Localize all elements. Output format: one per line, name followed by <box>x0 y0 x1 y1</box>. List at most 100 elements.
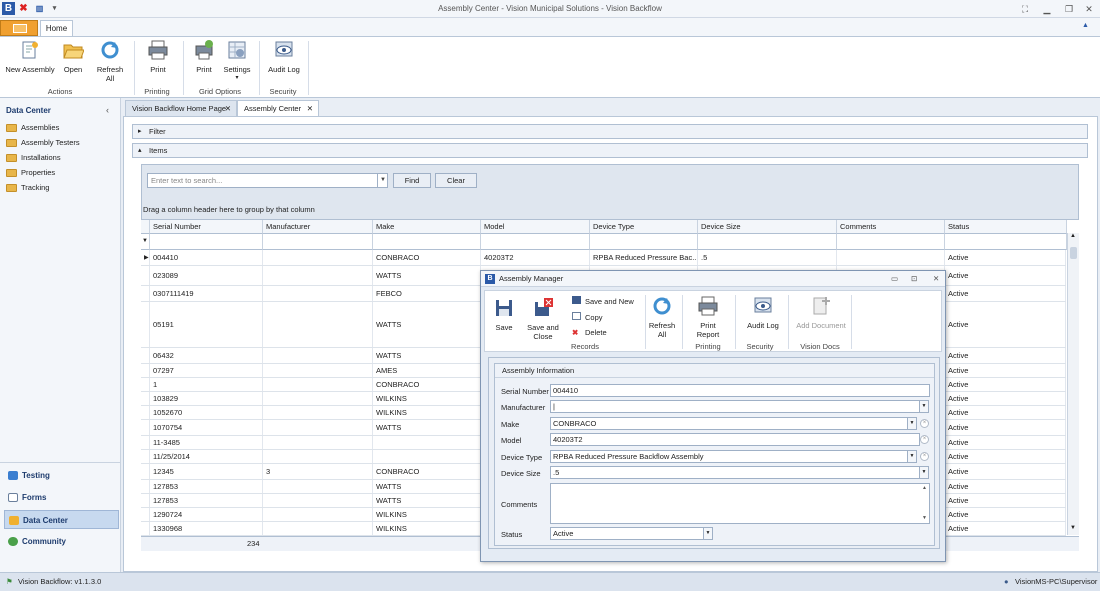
search-dropdown-icon[interactable]: ▼ <box>377 173 388 188</box>
column-header[interactable]: Manufacturer <box>263 220 373 234</box>
table-cell[interactable]: 11-3485 <box>150 436 263 449</box>
sidebar-item-installations[interactable]: Installations <box>6 151 121 164</box>
table-cell[interactable] <box>373 450 481 463</box>
device-type-clear-icon[interactable]: × <box>920 452 929 461</box>
table-cell[interactable]: Active <box>945 302 1066 347</box>
minimize-icon[interactable]: ▁ <box>1040 3 1054 15</box>
table-cell[interactable]: 1052670 <box>150 406 263 419</box>
table-cell[interactable]: WILKINS <box>373 522 481 535</box>
fullscreen-icon[interactable]: ⛶ <box>1018 3 1032 15</box>
table-cell[interactable]: WILKINS <box>373 406 481 419</box>
table-cell[interactable]: Active <box>945 522 1066 535</box>
table-cell[interactable]: Active <box>945 450 1066 463</box>
collapse-sidebar-icon[interactable]: ‹ <box>106 105 109 115</box>
column-header[interactable]: Comments <box>837 220 945 234</box>
table-cell[interactable]: 1290724 <box>150 508 263 521</box>
status-field[interactable]: Active <box>550 527 704 540</box>
table-cell[interactable] <box>837 250 945 265</box>
table-cell[interactable]: FEBCO <box>373 286 481 301</box>
new-assembly-button[interactable]: New Assembly <box>4 39 56 74</box>
dialog-restore-icon[interactable]: ⊡ <box>911 271 917 287</box>
table-cell[interactable]: 05191 <box>150 302 263 347</box>
device-type-field[interactable]: RPBA Reduced Pressure Backflow Assembly <box>550 450 908 463</box>
clear-button[interactable]: Clear <box>435 173 477 188</box>
print-button[interactable]: Print <box>144 39 172 74</box>
scroll-up-icon[interactable]: ▲ <box>1070 233 1076 239</box>
table-cell[interactable]: 1330968 <box>150 522 263 535</box>
table-cell[interactable]: Active <box>945 494 1066 507</box>
table-cell[interactable] <box>263 436 373 449</box>
find-button[interactable]: Find <box>393 173 431 188</box>
comments-scroll-up-icon[interactable]: ▲ <box>922 485 927 491</box>
filter-cell[interactable] <box>263 234 373 250</box>
table-cell[interactable]: .5 <box>698 250 837 265</box>
table-cell[interactable]: Active <box>945 420 1066 435</box>
table-cell[interactable]: 127853 <box>150 494 263 507</box>
comments-scroll-down-icon[interactable]: ▼ <box>922 515 927 521</box>
nav-community[interactable]: Community <box>4 532 119 551</box>
table-cell[interactable]: 12345 <box>150 464 263 479</box>
filter-cell[interactable] <box>837 234 945 250</box>
items-section-header[interactable]: ▴ Items <box>132 143 1088 158</box>
table-cell[interactable]: WATTS <box>373 494 481 507</box>
filter-cell[interactable] <box>945 234 1067 250</box>
column-header[interactable]: Device Size <box>698 220 837 234</box>
filter-cell[interactable] <box>150 234 263 250</box>
table-cell[interactable]: 103829 <box>150 392 263 405</box>
table-cell[interactable]: 0307111419 <box>150 286 263 301</box>
table-cell[interactable]: Active <box>945 508 1066 521</box>
add-document-button[interactable]: Add Document <box>795 295 847 330</box>
table-cell[interactable] <box>263 250 373 265</box>
open-button[interactable]: Open <box>60 39 86 74</box>
table-cell[interactable]: 023089 <box>150 266 263 285</box>
delete-button[interactable]: ✖ Delete <box>572 328 607 337</box>
close-tab-icon[interactable]: ✕ <box>307 101 313 116</box>
filter-cell[interactable] <box>481 234 590 250</box>
nav-testing[interactable]: Testing <box>4 466 119 485</box>
nav-forms[interactable]: Forms <box>4 488 119 507</box>
comments-field[interactable] <box>550 483 930 524</box>
ribbon-collapse-icon[interactable]: ▲ <box>1082 22 1089 29</box>
table-cell[interactable]: CONBRACO <box>373 378 481 391</box>
file-menu-button[interactable] <box>0 20 38 36</box>
manufacturer-field[interactable]: | <box>550 400 920 413</box>
tab-assembly-center[interactable]: Assembly Center ✕ <box>237 100 319 116</box>
table-cell[interactable]: Active <box>945 364 1066 377</box>
model-field[interactable]: 40203T2 <box>550 433 920 446</box>
scroll-thumb[interactable] <box>1070 247 1077 259</box>
make-clear-icon[interactable]: × <box>920 419 929 428</box>
search-input[interactable]: Enter text to search... <box>147 173 388 188</box>
table-cell[interactable]: 40203T2 <box>481 250 590 265</box>
save-and-new-button[interactable]: Save and New <box>572 296 634 306</box>
table-row[interactable]: ▶ 004410 CONBRACO 40203T2 RPBA Reduced Press… <box>141 250 1066 266</box>
table-cell[interactable]: WATTS <box>373 420 481 435</box>
table-cell[interactable]: Active <box>945 348 1066 363</box>
table-cell[interactable]: 11/25/2014 <box>150 450 263 463</box>
table-cell[interactable]: Active <box>945 266 1066 285</box>
make-dropdown-icon[interactable]: ▼ <box>907 417 917 430</box>
table-cell[interactable]: Active <box>945 406 1066 419</box>
close-icon[interactable]: ✕ <box>1082 3 1096 15</box>
table-cell[interactable]: AMES <box>373 364 481 377</box>
table-cell[interactable]: Active <box>945 392 1066 405</box>
copy-button[interactable]: Copy <box>572 312 603 322</box>
table-cell[interactable]: WATTS <box>373 266 481 285</box>
table-cell[interactable] <box>263 480 373 493</box>
table-cell[interactable]: WATTS <box>373 348 481 363</box>
grid-print-button[interactable]: Print <box>190 39 218 74</box>
table-cell[interactable]: 1 <box>150 378 263 391</box>
table-cell[interactable]: 127853 <box>150 480 263 493</box>
table-cell[interactable]: 3 <box>263 464 373 479</box>
table-cell[interactable]: 07297 <box>150 364 263 377</box>
manufacturer-dropdown-icon[interactable]: ▼ <box>919 400 929 413</box>
table-cell[interactable] <box>263 450 373 463</box>
sidebar-item-assemblies[interactable]: Assemblies <box>6 121 121 134</box>
print-report-button[interactable]: Print Report <box>690 295 726 339</box>
make-field[interactable]: CONBRACO <box>550 417 908 430</box>
nav-data-center[interactable]: Data Center <box>4 510 119 529</box>
dialog-close-icon[interactable]: ✕ <box>933 271 939 287</box>
table-cell[interactable] <box>263 406 373 419</box>
model-clear-icon[interactable]: × <box>920 435 929 444</box>
filter-cell[interactable] <box>698 234 837 250</box>
refresh-all-button[interactable]: Refresh All <box>92 39 128 83</box>
